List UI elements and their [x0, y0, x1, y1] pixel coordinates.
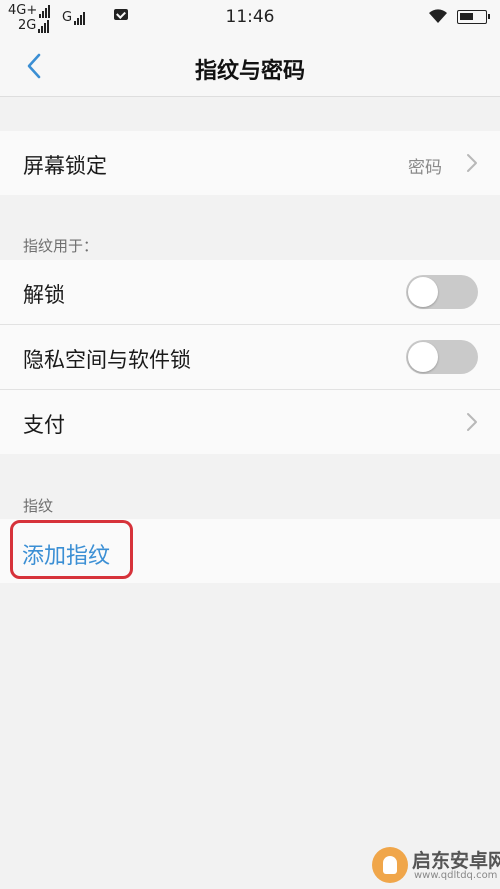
watermark-brand: 启东安卓网	[412, 850, 500, 872]
highlight-annotation	[10, 520, 133, 579]
battery-icon	[457, 10, 490, 24]
unlock-row: 解锁	[0, 260, 500, 324]
privacy-space-toggle[interactable]	[406, 340, 478, 374]
chevron-right-icon	[467, 413, 477, 431]
unlock-label: 解锁	[23, 283, 65, 307]
payment-label: 支付	[23, 413, 65, 437]
toggle-knob	[408, 277, 438, 307]
screen-lock-value: 密码	[408, 158, 442, 178]
chevron-right-icon	[467, 154, 477, 172]
unlock-toggle[interactable]	[406, 275, 478, 309]
toggle-knob	[408, 342, 438, 372]
privacy-space-row: 隐私空间与软件锁	[0, 324, 500, 389]
status-time: 11:46	[225, 7, 275, 27]
screen-lock-row[interactable]: 屏幕锁定 密码	[0, 131, 500, 195]
screen-lock-label: 屏幕锁定	[23, 154, 107, 178]
payment-row[interactable]: 支付	[0, 389, 500, 454]
fingerprint-usage-section: 解锁 隐私空间与软件锁 支付	[0, 260, 500, 454]
wifi-icon	[428, 8, 448, 28]
fingerprint-usage-header: 指纹用于：	[23, 237, 99, 255]
watermark: 启东安卓网 www.qdltdq.com	[372, 843, 500, 887]
app-header: 指纹与密码	[0, 36, 500, 97]
privacy-space-label: 隐私空间与软件锁	[23, 348, 191, 372]
watermark-url: www.qdltdq.com	[414, 870, 498, 881]
status-bar: 4G+ 2G G 11:46	[0, 0, 500, 36]
fingerprints-header: 指纹	[23, 497, 54, 515]
battery-level	[460, 13, 473, 20]
screen-lock-section: 屏幕锁定 密码	[0, 131, 500, 195]
page-title: 指纹与密码	[194, 59, 305, 84]
watermark-logo-icon	[372, 847, 408, 883]
